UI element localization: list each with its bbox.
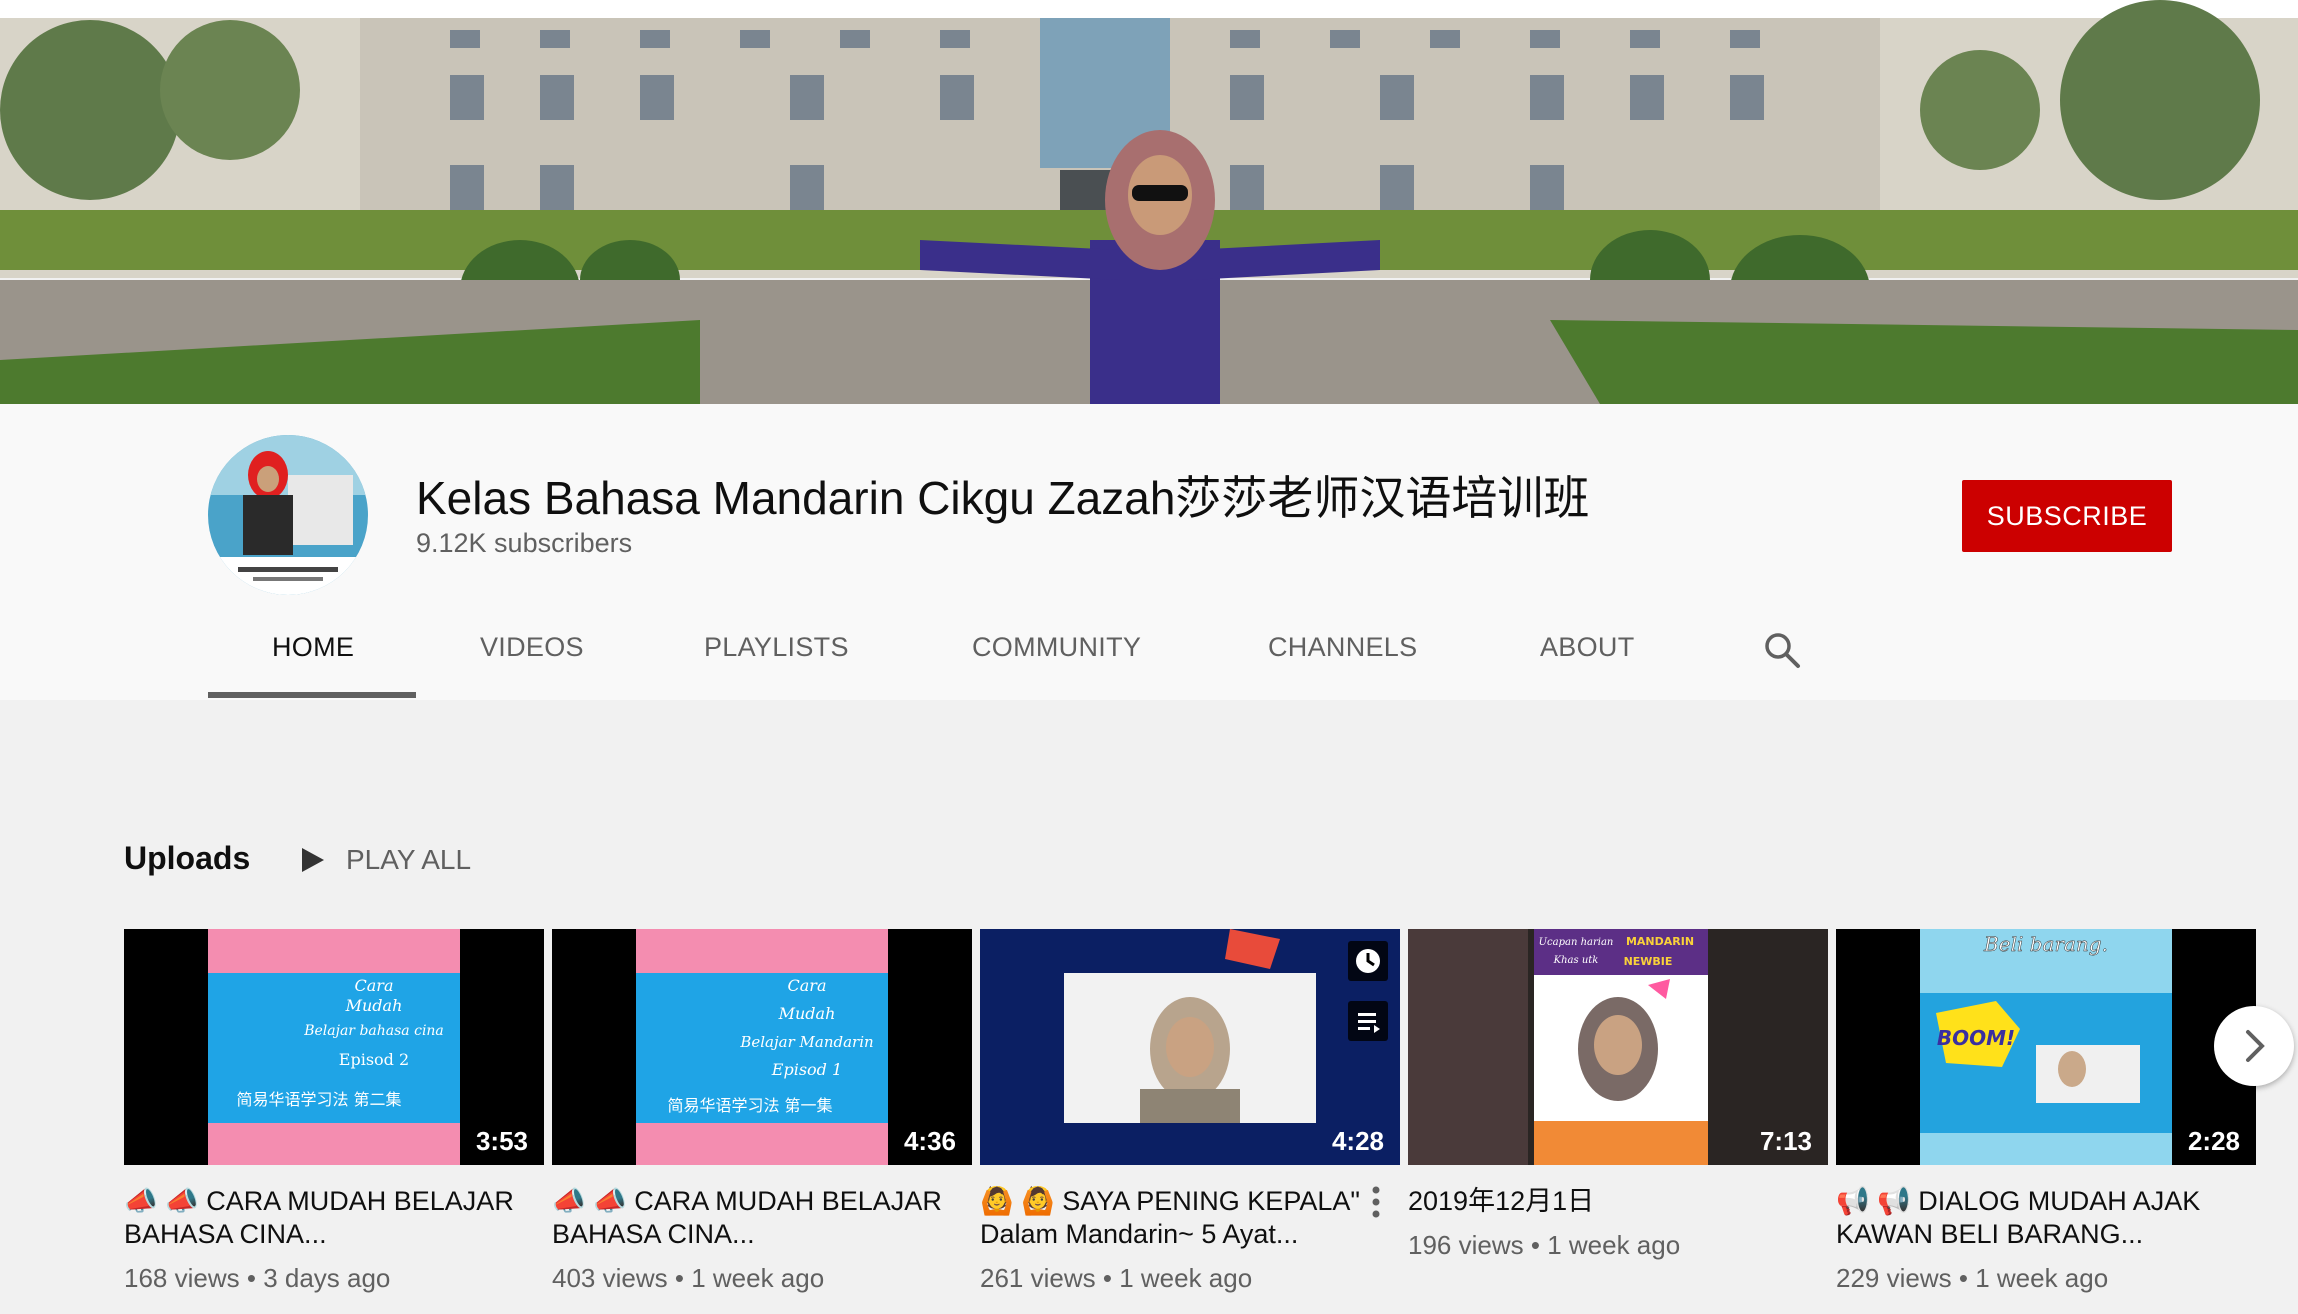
upload-age: 1 week ago xyxy=(691,1263,825,1293)
subscribe-button[interactable]: SUBSCRIBE xyxy=(1962,480,2172,552)
video-duration: 4:28 xyxy=(1331,1126,1384,1156)
more-vert-icon[interactable] xyxy=(1362,1182,1390,1222)
thumb-text: Cara xyxy=(788,976,827,995)
tab-videos[interactable]: VIDEOS xyxy=(480,632,584,700)
video-card[interactable]: 4:28 🙆 🙆 SAYA PENING KEPALA" Dalam Manda… xyxy=(980,929,1400,1294)
video-thumbnail[interactable]: Cara Mudah Belajar Mandarin Episod 1 简易华… xyxy=(552,929,972,1165)
video-meta: 196 views • 1 week ago xyxy=(1408,1230,1681,1260)
video-title[interactable]: 📢 📢 DIALOG MUDAH AJAK KAWAN BELI BARANG.… xyxy=(1836,1185,2256,1251)
video-duration: 2:28 xyxy=(2187,1126,2240,1156)
video-title[interactable]: 🙆 🙆 SAYA PENING KEPALA" Dalam Mandarin~ … xyxy=(980,1185,1360,1251)
video-meta: 229 views • 1 week ago xyxy=(1836,1263,2109,1293)
thumb-text: NEWBIE xyxy=(1624,955,1673,968)
video-card[interactable]: Cara Mudah Belajar Mandarin Episod 1 简易华… xyxy=(552,929,972,1294)
thumb-text: BOOM! xyxy=(1937,1026,2015,1050)
video-duration: 3:53 xyxy=(475,1126,528,1156)
view-count: 168 views xyxy=(124,1263,240,1293)
upload-age: 1 week ago xyxy=(1119,1263,1253,1293)
thumb-text: Belajar Mandarin xyxy=(739,1033,873,1051)
tab-about[interactable]: ABOUT xyxy=(1540,632,1635,700)
thumb-text: Ucapan harian xyxy=(1539,937,1614,948)
play-icon xyxy=(302,848,324,872)
chevron-right-icon[interactable] xyxy=(2214,1006,2294,1086)
tab-community[interactable]: COMMUNITY xyxy=(972,632,1141,700)
upload-age: 1 week ago xyxy=(1547,1230,1681,1260)
uploads-heading[interactable]: Uploads xyxy=(124,840,250,877)
add-to-queue-icon[interactable] xyxy=(1348,1001,1388,1041)
view-count: 261 views xyxy=(980,1263,1096,1293)
thumb-text: Beli barang. xyxy=(1983,932,2108,956)
thumb-text: MANDARIN xyxy=(1626,935,1694,948)
thumb-text: Khas utk xyxy=(1553,955,1599,966)
channel-avatar[interactable] xyxy=(208,435,368,595)
play-all-label: PLAY ALL xyxy=(346,844,472,875)
video-duration: 7:13 xyxy=(1759,1126,1812,1156)
clock-icon[interactable] xyxy=(1348,941,1388,981)
tab-playlists[interactable]: PLAYLISTS xyxy=(704,632,849,700)
video-card[interactable]: Ucapan harian Khas utk MANDARIN NEWBIE 7… xyxy=(1408,929,1828,1261)
channel-title: Kelas Bahasa Mandarin Cikgu Zazah莎莎老师汉语培… xyxy=(416,472,1590,524)
active-tab-indicator xyxy=(208,692,416,698)
thumb-text: Belajar bahasa cina xyxy=(303,1023,444,1039)
tab-channels[interactable]: CHANNELS xyxy=(1268,632,1417,700)
search-icon[interactable] xyxy=(1762,630,1802,670)
thumb-text: 简易华语学习法 第二集 xyxy=(236,1090,401,1109)
view-count: 403 views xyxy=(552,1263,668,1293)
thumb-text: Cara xyxy=(355,976,394,995)
thumb-text: Episod 1 xyxy=(771,1060,842,1079)
upload-age: 3 days ago xyxy=(263,1263,391,1293)
tab-home[interactable]: HOME xyxy=(272,632,354,700)
thumb-text: Mudah xyxy=(778,1004,836,1023)
thumb-text: Mudah xyxy=(345,996,403,1015)
video-thumbnail[interactable]: 4:28 xyxy=(980,929,1400,1165)
view-count: 229 views xyxy=(1836,1263,1952,1293)
video-meta: 403 views • 1 week ago xyxy=(552,1263,825,1293)
thumb-text: 简易华语学习法 第一集 xyxy=(667,1096,832,1115)
play-all-button[interactable]: PLAY ALL xyxy=(300,840,471,880)
view-count: 196 views xyxy=(1408,1230,1524,1260)
video-card[interactable]: Beli barang. BOOM! 2:28 📢 📢 DIALOG MUDAH… xyxy=(1836,929,2256,1294)
video-title[interactable]: 2019年12月1日 xyxy=(1408,1185,1828,1218)
video-thumbnail[interactable]: Beli barang. BOOM! 2:28 xyxy=(1836,929,2256,1165)
video-thumbnail[interactable]: Ucapan harian Khas utk MANDARIN NEWBIE 7… xyxy=(1408,929,1828,1165)
upload-age: 1 week ago xyxy=(1975,1263,2109,1293)
video-duration: 4:36 xyxy=(903,1126,956,1156)
video-card[interactable]: Cara Mudah Belajar bahasa cina Episod 2 … xyxy=(124,929,544,1294)
channel-banner xyxy=(0,0,2298,404)
video-title[interactable]: 📣 📣 CARA MUDAH BELAJAR BAHASA CINA... xyxy=(124,1185,544,1251)
video-meta: 261 views • 1 week ago xyxy=(980,1263,1253,1293)
video-title[interactable]: 📣 📣 CARA MUDAH BELAJAR BAHASA CINA... xyxy=(552,1185,972,1251)
video-meta: 168 views • 3 days ago xyxy=(124,1263,391,1293)
subscriber-count: 9.12K subscribers xyxy=(416,528,633,558)
video-thumbnail[interactable]: Cara Mudah Belajar bahasa cina Episod 2 … xyxy=(124,929,544,1165)
thumb-text: Episod 2 xyxy=(339,1050,409,1069)
